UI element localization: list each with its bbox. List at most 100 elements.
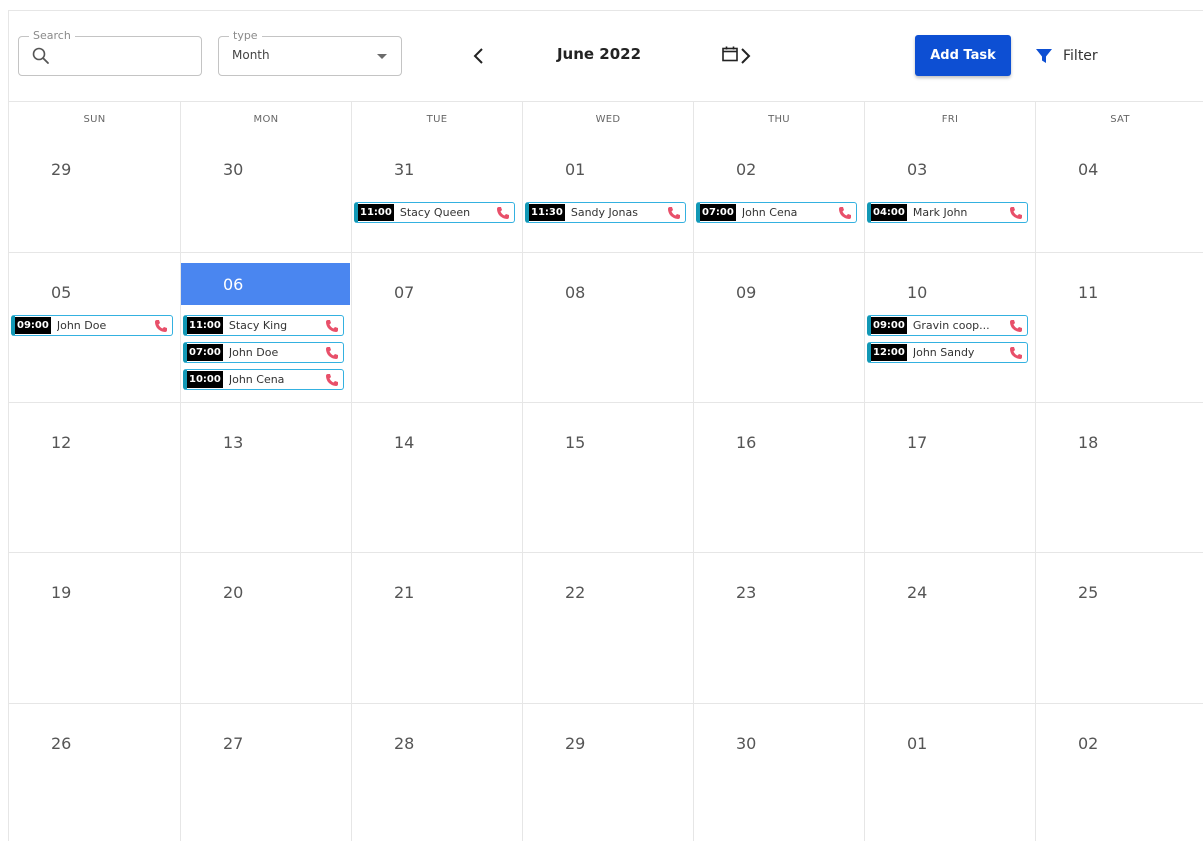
day-number: 12 (51, 433, 72, 452)
day-cell[interactable]: 16 (694, 403, 865, 553)
phone-icon[interactable] (325, 346, 339, 360)
day-number: 02 (736, 160, 757, 179)
day-cell[interactable]: 23 (694, 553, 865, 704)
day-number: 27 (223, 734, 244, 753)
day-cell[interactable]: 05 09:00 John Doe (9, 253, 181, 403)
day-number: 30 (223, 160, 244, 179)
phone-icon[interactable] (838, 206, 852, 220)
dow-label: FRI (941, 114, 959, 125)
day-cell[interactable]: 01 (865, 704, 1036, 841)
event-chip[interactable]: 09:00 Gravin coop... (867, 315, 1028, 336)
event-chip[interactable]: 07:00 John Cena (696, 202, 857, 223)
day-cell-today[interactable]: 06 11:00 Stacy King 07:00 John Doe 10:00… (181, 253, 352, 403)
day-cell[interactable]: MON 30 (181, 102, 352, 253)
calendar-app: Search type Month June 2022 Add Task Fil… (8, 10, 1203, 841)
day-number: 21 (394, 583, 415, 602)
day-cell[interactable]: 18 (1036, 403, 1203, 553)
day-cell[interactable]: FRI 03 04:00 Mark John (865, 102, 1036, 253)
day-cell[interactable]: 29 (523, 704, 694, 841)
search-icon (32, 47, 49, 64)
chevron-right-icon[interactable] (737, 44, 755, 68)
phone-icon[interactable] (154, 319, 168, 333)
day-cell[interactable]: 07 (352, 253, 523, 403)
day-cell[interactable]: 09 (694, 253, 865, 403)
search-field[interactable]: Search (18, 29, 202, 76)
event-chip[interactable]: 09:00 John Doe (11, 315, 173, 336)
day-cell[interactable]: WED 01 11:30 Sandy Jonas (523, 102, 694, 253)
day-cell[interactable]: 13 (181, 403, 352, 553)
day-number: 16 (736, 433, 757, 452)
day-number: 22 (565, 583, 586, 602)
dow-label: THU (768, 114, 790, 125)
event-name: Mark John (912, 206, 968, 219)
day-cell[interactable]: 11 (1036, 253, 1203, 403)
day-cell[interactable]: 12 (9, 403, 181, 553)
event-time: 07:00 (700, 204, 736, 221)
month-grid: SUN 29 MON 30 TUE 31 11:00 Stacy Queen WED 0… (9, 101, 1203, 841)
day-cell[interactable]: 24 (865, 553, 1036, 704)
day-number: 31 (394, 160, 415, 179)
day-number: 17 (907, 433, 928, 452)
day-number: 29 (51, 160, 72, 179)
dow-label: SUN (83, 114, 106, 125)
type-select[interactable]: type Month (218, 29, 402, 76)
day-number: 30 (736, 734, 757, 753)
day-cell[interactable]: 27 (181, 704, 352, 841)
day-cell[interactable]: 30 (694, 704, 865, 841)
filter-button[interactable]: Filter (1035, 45, 1098, 67)
event-chip[interactable]: 12:00 John Sandy (867, 342, 1028, 363)
day-number: 05 (51, 283, 72, 302)
phone-icon[interactable] (496, 206, 510, 220)
day-cell[interactable]: 20 (181, 553, 352, 704)
day-cell[interactable]: 14 (352, 403, 523, 553)
caret-down-icon (377, 54, 387, 59)
event-chip[interactable]: 04:00 Mark John (867, 202, 1028, 223)
event-name: John Cena (741, 206, 798, 219)
phone-icon[interactable] (667, 206, 681, 220)
phone-icon[interactable] (1009, 346, 1023, 360)
phone-icon[interactable] (1009, 319, 1023, 333)
day-cell[interactable]: 08 (523, 253, 694, 403)
event-chip[interactable]: 07:00 John Doe (183, 342, 344, 363)
filter-icon (1036, 49, 1052, 63)
event-chip[interactable]: 11:00 Stacy King (183, 315, 344, 336)
day-cell[interactable]: 15 (523, 403, 694, 553)
phone-icon[interactable] (325, 319, 339, 333)
day-number: 01 (565, 160, 586, 179)
day-cell[interactable]: SUN 29 (9, 102, 181, 253)
chevron-left-icon[interactable] (467, 44, 491, 68)
day-cell[interactable]: TUE 31 11:00 Stacy Queen (352, 102, 523, 253)
event-chip[interactable]: 11:00 Stacy Queen (354, 202, 515, 223)
day-cell[interactable]: SAT 04 (1036, 102, 1203, 253)
toolbar: Search type Month June 2022 Add Task Fil… (9, 11, 1203, 101)
day-number: 14 (394, 433, 415, 452)
day-cell[interactable]: 19 (9, 553, 181, 704)
day-cell[interactable]: 21 (352, 553, 523, 704)
phone-icon[interactable] (1009, 206, 1023, 220)
day-number: 06 (223, 275, 244, 294)
day-number: 10 (907, 283, 928, 302)
phone-icon[interactable] (325, 373, 339, 387)
add-task-button[interactable]: Add Task (915, 35, 1011, 76)
event-time: 12:00 (871, 344, 907, 361)
event-name: John Doe (228, 346, 279, 359)
day-number: 15 (565, 433, 586, 452)
event-name: Stacy King (228, 319, 288, 332)
event-chip[interactable]: 10:00 John Cena (183, 369, 344, 390)
day-cell[interactable]: 22 (523, 553, 694, 704)
event-name: Sandy Jonas (570, 206, 638, 219)
event-name: John Cena (228, 373, 285, 386)
day-cell[interactable]: 26 (9, 704, 181, 841)
day-number: 03 (907, 160, 928, 179)
day-cell[interactable]: 17 (865, 403, 1036, 553)
day-cell[interactable]: 10 09:00 Gravin coop... 12:00 John Sandy (865, 253, 1036, 403)
day-number: 29 (565, 734, 586, 753)
dow-label: WED (595, 114, 621, 125)
day-cell[interactable]: 02 (1036, 704, 1203, 841)
day-cell[interactable]: 25 (1036, 553, 1203, 704)
day-number: 19 (51, 583, 72, 602)
event-chip[interactable]: 11:30 Sandy Jonas (525, 202, 686, 223)
day-cell[interactable]: THU 02 07:00 John Cena (694, 102, 865, 253)
day-cell[interactable]: 28 (352, 704, 523, 841)
filter-label: Filter (1063, 48, 1098, 64)
